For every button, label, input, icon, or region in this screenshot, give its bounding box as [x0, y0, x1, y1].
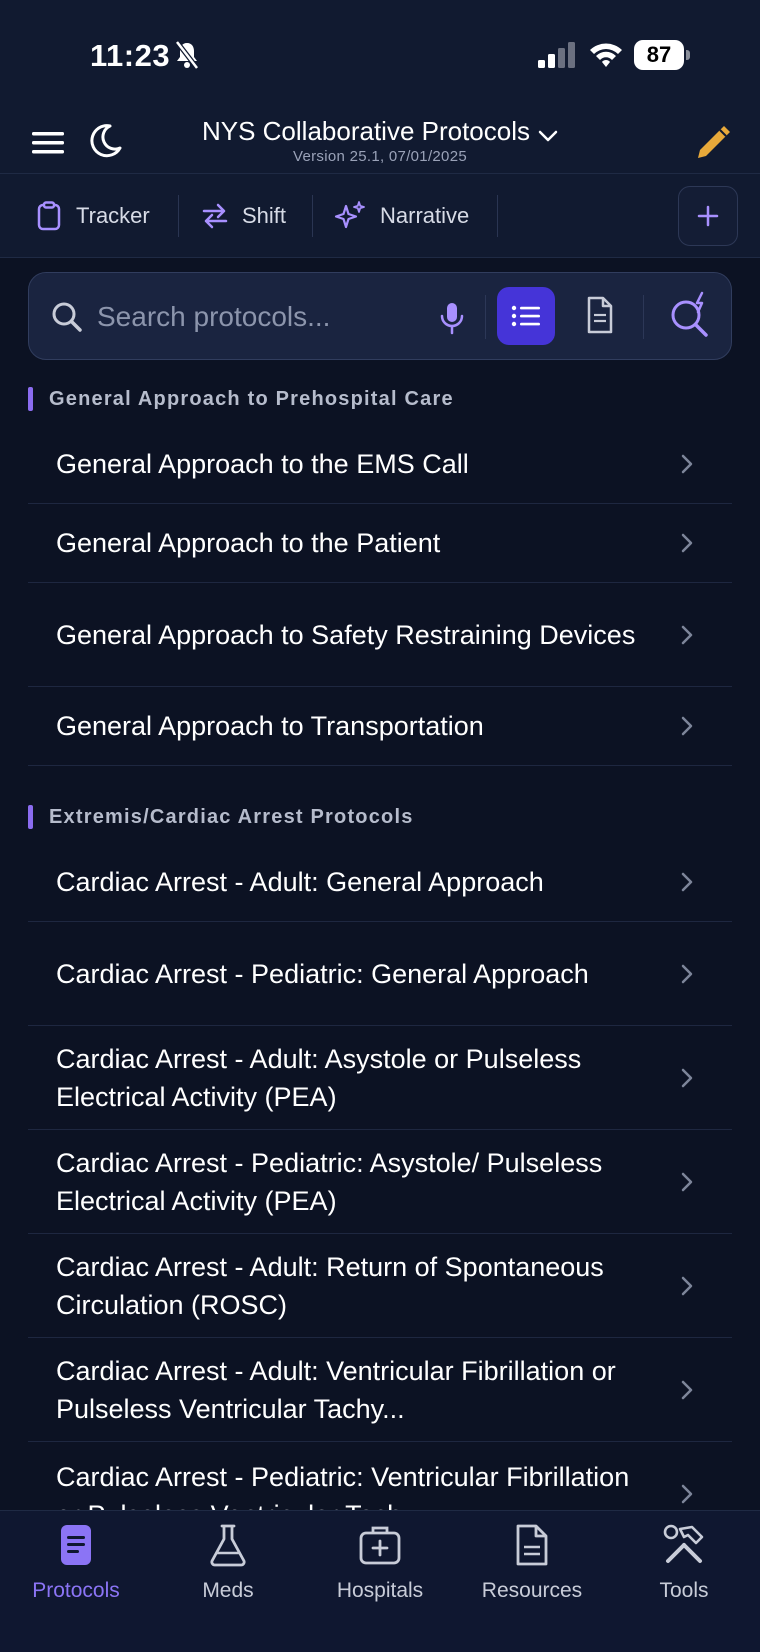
tab-label: Meds [202, 1579, 254, 1602]
chevron-right-icon [681, 1172, 693, 1191]
chevron-right-icon [681, 625, 693, 644]
moon-icon[interactable] [86, 122, 124, 160]
plus-icon [697, 205, 719, 227]
protocol-label: Cardiac Arrest - Adult: General Approach [56, 867, 544, 897]
protocol-row[interactable]: General Approach to the EMS Call [28, 425, 732, 504]
toolbar-divider [497, 195, 498, 237]
search-input[interactable] [97, 295, 417, 339]
protocol-row[interactable]: General Approach to Safety Restraining D… [28, 583, 732, 687]
section-title: General Approach to Prehospital Care [49, 387, 454, 410]
chevron-right-icon [681, 454, 693, 474]
narrative-label: Narrative [380, 203, 470, 228]
flask-icon [210, 1524, 246, 1567]
protocol-document-icon [61, 1525, 91, 1565]
chevron-right-icon [681, 1276, 693, 1295]
section-accent-bar [28, 805, 33, 829]
status-bar: 11:23 87 [0, 0, 760, 110]
protocol-label: Cardiac Arrest - Adult: Ventricular Fibr… [56, 1355, 616, 1424]
document-view-icon[interactable] [585, 295, 615, 335]
ai-search-icon[interactable] [669, 291, 711, 337]
protocol-label: General Approach to Safety Restraining D… [56, 619, 636, 650]
search-divider [485, 295, 486, 339]
clipboard-icon [37, 201, 61, 231]
tab-label: Tools [659, 1579, 709, 1602]
protocol-label: Cardiac Arrest - Pediatric: Asystole/ Pu… [56, 1147, 603, 1216]
protocol-label: General Approach to the Patient [56, 528, 441, 558]
hamburger-menu-icon[interactable] [30, 128, 66, 158]
chevron-right-icon [681, 1380, 693, 1399]
cellular-signal-icon [538, 42, 575, 68]
list-view-button[interactable] [497, 287, 555, 345]
chevron-right-icon [681, 1068, 693, 1087]
tab-protocols[interactable]: Protocols [0, 1511, 152, 1611]
add-button[interactable] [678, 186, 738, 246]
chevron-right-icon [681, 872, 693, 892]
tracker-label: Tracker [76, 203, 150, 228]
sparkles-icon [334, 201, 365, 229]
section-header-general-approach: General Approach to Prehospital Care [28, 387, 454, 411]
search-divider [643, 295, 644, 339]
pencil-icon[interactable] [694, 122, 734, 162]
protocol-label: General Approach to Transportation [56, 711, 484, 741]
protocol-row[interactable]: Cardiac Arrest - Adult: Ventricular Fibr… [28, 1338, 732, 1442]
shift-button[interactable]: Shift [202, 193, 286, 239]
narrative-button[interactable]: Narrative [334, 193, 469, 239]
tab-label: Resources [481, 1579, 583, 1602]
section-header-cardiac-arrest: Extremis/Cardiac Arrest Protocols [28, 805, 414, 829]
toolbar-divider [178, 195, 179, 237]
protocol-label: Cardiac Arrest - Adult: Return of Sponta… [56, 1251, 604, 1320]
quick-toolbar: Tracker Shift Narrative [0, 175, 760, 258]
app-header: NYS Collaborative Protocols Version 25.1… [0, 110, 760, 174]
protocol-row[interactable]: Cardiac Arrest - Adult: Asystole or Puls… [28, 1026, 732, 1130]
battery-level: 87 [634, 40, 684, 70]
chevron-down-icon [538, 130, 558, 142]
battery-tip [686, 50, 690, 60]
wifi-icon [590, 43, 622, 67]
search-icon [52, 302, 82, 332]
tab-hospitals[interactable]: Hospitals [304, 1511, 456, 1611]
chevron-right-icon [681, 964, 693, 983]
swap-arrows-icon [202, 203, 228, 229]
protocol-row[interactable]: Cardiac Arrest - Pediatric: General Appr… [28, 922, 732, 1026]
chevron-right-icon [681, 716, 693, 736]
search-bar [28, 272, 732, 360]
protocol-row[interactable]: Cardiac Arrest - Adult: Return of Sponta… [28, 1234, 732, 1338]
protocol-row[interactable]: General Approach to Transportation [28, 687, 732, 766]
status-time: 11:23 [90, 38, 171, 73]
version-text: Version 25.1, 07/01/2025 [292, 148, 467, 165]
bell-muted-icon [175, 40, 199, 70]
toolbar-divider [312, 195, 313, 237]
list-icon [511, 305, 540, 327]
tab-tools[interactable]: Tools [608, 1511, 760, 1611]
chevron-right-icon [681, 533, 693, 553]
protocol-label: Cardiac Arrest - Pediatric: General Appr… [56, 958, 589, 989]
hammer-wrench-icon [663, 1524, 704, 1563]
app-title: NYS Collaborative Protocols [201, 116, 531, 146]
section-title: Extremis/Cardiac Arrest Protocols [49, 805, 414, 828]
battery-indicator: 87 [634, 40, 690, 70]
protocol-row[interactable]: Cardiac Arrest - Pediatric: Asystole/ Pu… [28, 1130, 732, 1234]
title-dropdown[interactable]: NYS Collaborative Protocols Version 25.1… [170, 116, 590, 165]
tab-label: Hospitals [336, 1579, 424, 1602]
protocol-label: Cardiac Arrest - Adult: Asystole or Puls… [56, 1043, 582, 1112]
tab-resources[interactable]: Resources [456, 1511, 608, 1611]
protocol-label: General Approach to the EMS Call [56, 449, 469, 479]
shift-label: Shift [242, 203, 287, 228]
protocol-row[interactable]: General Approach to the Patient [28, 504, 732, 583]
tracker-button[interactable]: Tracker [36, 193, 150, 239]
section-accent-bar [28, 387, 33, 411]
medical-kit-icon [359, 1526, 401, 1565]
tab-meds[interactable]: Meds [152, 1511, 304, 1611]
document-icon [516, 1524, 548, 1566]
tab-label: Protocols [32, 1579, 120, 1602]
chevron-right-icon [681, 1484, 693, 1504]
microphone-icon[interactable] [439, 301, 465, 335]
protocol-row[interactable]: Cardiac Arrest - Adult: General Approach [28, 843, 732, 922]
bottom-tab-bar: Protocols Meds Hospitals Resources Tools [0, 1510, 760, 1652]
